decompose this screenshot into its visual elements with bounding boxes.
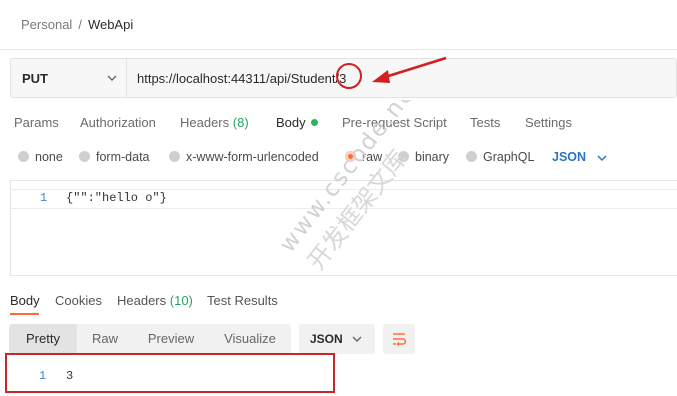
annotation-circle (336, 63, 362, 89)
body-language-select[interactable]: JSON (552, 150, 586, 164)
view-visualize-button[interactable]: Visualize (209, 324, 291, 354)
radio-urlencoded[interactable]: x-www-form-urlencoded (169, 150, 319, 164)
response-tab-cookies[interactable]: Cookies (55, 293, 102, 308)
response-view-toggle: Pretty Raw Preview Visualize (9, 324, 291, 354)
radio-dot-selected-icon (345, 151, 356, 162)
response-format-select[interactable]: JSON (299, 324, 375, 354)
url-input[interactable]: https://localhost:44311/api/Student/3 (137, 71, 346, 86)
radio-dot-icon (466, 151, 477, 162)
radio-dot-icon (18, 151, 29, 162)
response-tab-headers-count: (10) (169, 293, 193, 308)
radio-form-data-label: form-data (96, 150, 150, 164)
editor-code-line[interactable]: {"":"hello o"} (66, 191, 167, 205)
body-indicator-dot (310, 119, 318, 126)
tab-params[interactable]: Params (14, 115, 59, 130)
method-select[interactable]: PUT (11, 59, 127, 97)
tab-headers-count: (8) (232, 115, 249, 130)
breadcrumb-bar: Personal / WebApi (0, 0, 677, 50)
radio-binary-label: binary (415, 150, 450, 164)
tab-tests[interactable]: Tests (470, 115, 500, 130)
tab-body-label: Body (276, 115, 306, 130)
breadcrumb-separator: / (78, 17, 82, 32)
tab-settings[interactable]: Settings (525, 115, 572, 130)
view-pretty-button[interactable]: Pretty (9, 324, 77, 354)
response-tab-headers-label: Headers (117, 293, 167, 308)
radio-graphql-label: GraphQL (483, 150, 535, 164)
tab-body[interactable]: Body (276, 115, 318, 130)
radio-raw-label: raw (362, 150, 383, 164)
radio-form-data[interactable]: form-data (79, 150, 150, 164)
radio-dot-icon (169, 151, 180, 162)
radio-dot-icon (398, 151, 409, 162)
radio-binary[interactable]: binary (398, 150, 449, 164)
tab-pre-request-script[interactable]: Pre-request Script (342, 115, 447, 130)
wrap-lines-button[interactable] (383, 324, 415, 354)
editor-line-number: 1 (40, 191, 48, 205)
view-preview-button[interactable]: Preview (133, 324, 209, 354)
chevron-down-icon (352, 336, 362, 342)
response-tab-active-underline (10, 313, 39, 315)
radio-graphql[interactable]: GraphQL (466, 150, 534, 164)
chevron-down-icon (107, 75, 117, 81)
tab-headers[interactable]: Headers (8) (180, 115, 249, 130)
radio-dot-icon (79, 151, 90, 162)
chevron-down-icon (597, 155, 607, 162)
response-tab-headers[interactable]: Headers (10) (117, 293, 193, 308)
response-format-label: JSON (310, 332, 343, 346)
wrap-lines-icon (393, 333, 407, 347)
radio-urlencoded-label: x-www-form-urlencoded (186, 150, 319, 164)
tab-headers-label: Headers (180, 115, 230, 130)
radio-none[interactable]: none (18, 150, 63, 164)
breadcrumb-workspace[interactable]: Personal (21, 17, 72, 32)
response-tab-body[interactable]: Body (10, 293, 40, 308)
radio-none-label: none (35, 150, 63, 164)
view-raw-button[interactable]: Raw (77, 324, 133, 354)
breadcrumb: Personal / WebApi (21, 17, 133, 32)
annotation-box (5, 353, 335, 393)
radio-raw[interactable]: raw (345, 150, 382, 164)
tab-authorization[interactable]: Authorization (80, 115, 156, 130)
method-label: PUT (22, 71, 48, 86)
annotation-arrow-icon (372, 56, 447, 83)
breadcrumb-request-name[interactable]: WebApi (88, 17, 133, 32)
response-tab-test-results[interactable]: Test Results (207, 293, 278, 308)
